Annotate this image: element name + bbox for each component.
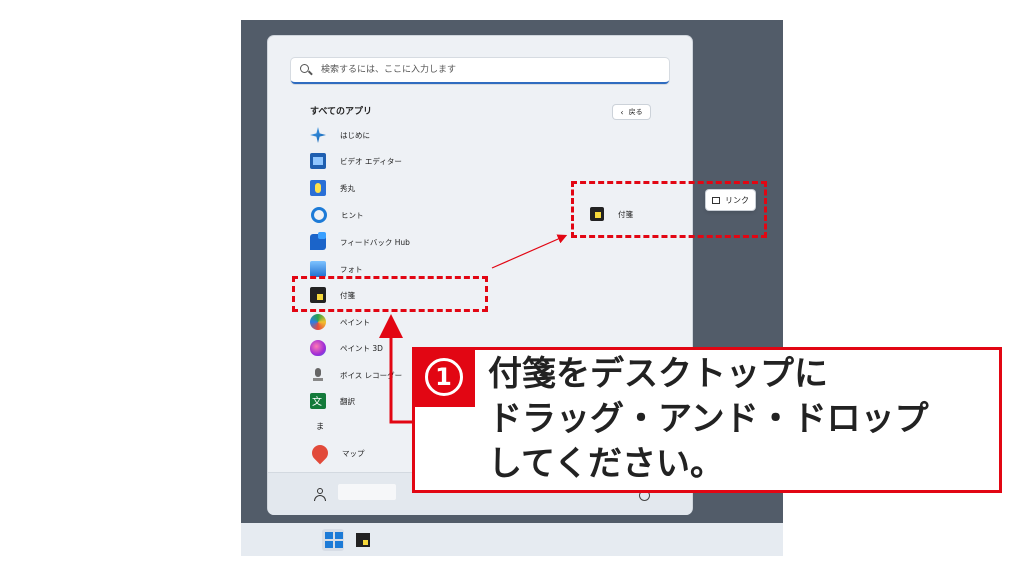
drag-arrow (491, 234, 568, 269)
instruction-line: してください。 (488, 444, 724, 484)
instruction-line: 付箋をデスクトップに (488, 354, 828, 394)
step-badge: 1 (412, 347, 475, 407)
instruction-text: 付箋をデスクトップに ドラッグ・アンド・ドロップ してください。 (488, 352, 998, 487)
callout-pointer-arrow (379, 314, 412, 424)
instruction-line: ドラッグ・アンド・ドロップ (488, 399, 929, 439)
step-number: 1 (424, 358, 463, 396)
